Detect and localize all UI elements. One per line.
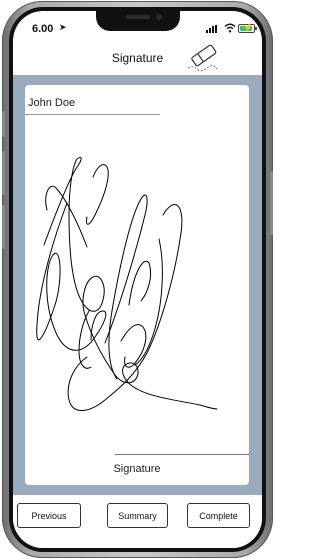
speaker-grille [126,15,150,19]
mute-switch [2,111,5,137]
eraser-icon[interactable] [183,43,223,73]
signature-stroke [36,156,218,411]
phone-screen: 6.00 ➤ ⚡ Signature John Doe Signature Pr… [13,11,262,548]
cellular-signal-icon [206,25,220,33]
signature-card: John Doe Signature [25,85,249,485]
notch [96,11,180,31]
wifi-icon [224,23,236,33]
signature-pad[interactable] [25,115,249,445]
complete-button[interactable]: Complete [187,503,250,528]
page-title: Signature [111,51,164,65]
signer-name: John Doe [28,97,76,109]
signature-label: Signature [113,463,161,475]
signature-underline [115,454,249,455]
front-camera [156,14,162,20]
power-button [270,171,273,235]
volume-down-button [2,205,5,249]
location-arrow-icon: ➤ [59,22,67,32]
volume-up-button [2,151,5,195]
summary-button[interactable]: Summary [107,503,168,528]
previous-button[interactable]: Previous [17,503,81,528]
nav-bar: Signature [13,41,262,75]
battery-charging-icon: ⚡ [238,23,257,33]
status-time: 6.00 [32,23,54,35]
footer-bar: Previous Summary Complete [13,495,262,548]
